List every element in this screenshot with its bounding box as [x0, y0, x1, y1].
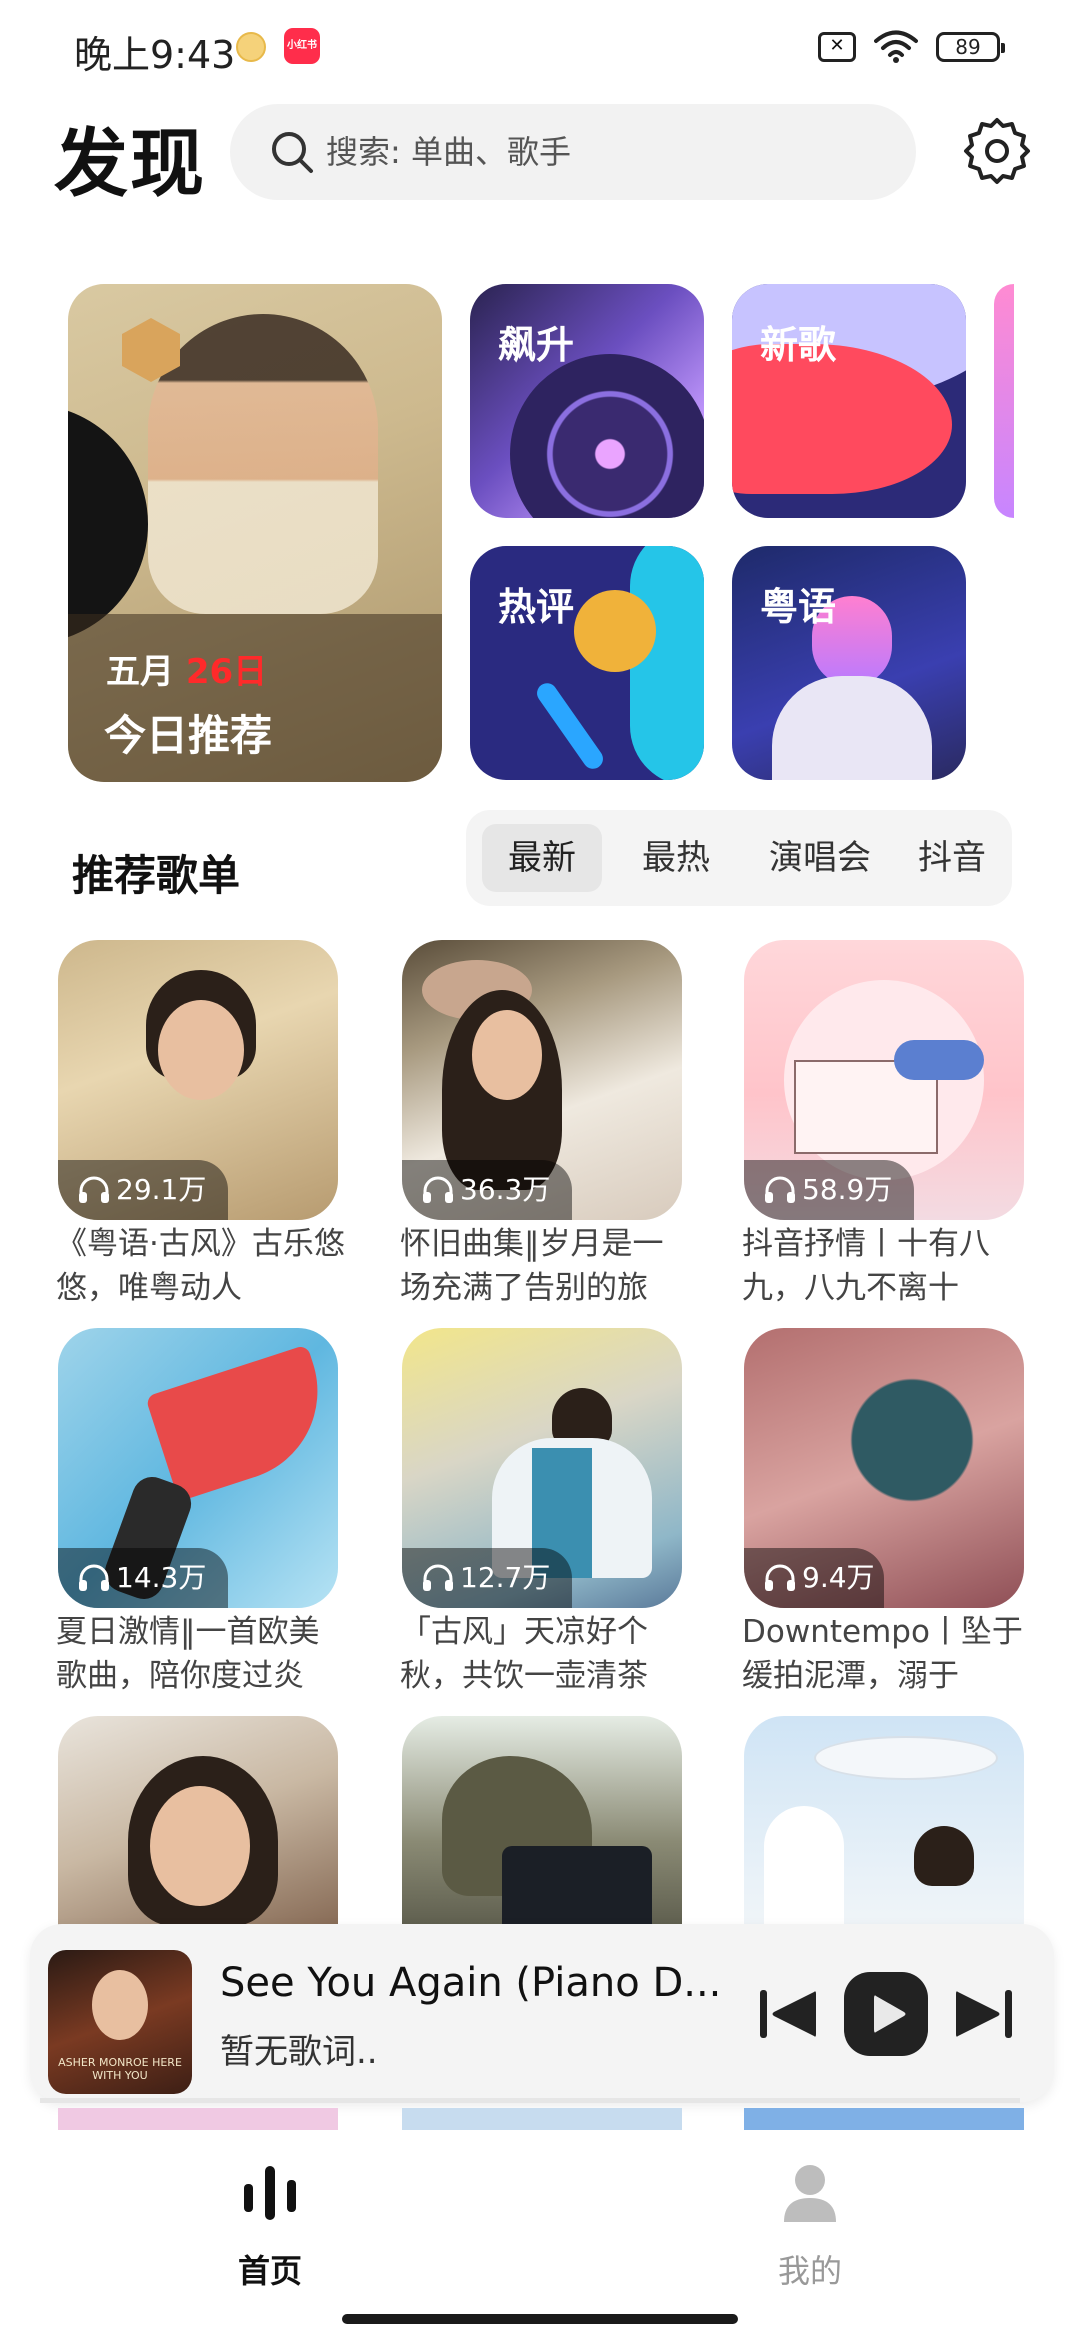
- cantonese-tile[interactable]: 粤语: [732, 546, 966, 780]
- bottom-nav: 首页 我的: [0, 2130, 1080, 2340]
- playlist-card[interactable]: 14.3万: [58, 1328, 338, 1608]
- play-icon: [874, 1995, 906, 2033]
- playlist-title[interactable]: 夏日激情‖一首欧美歌曲，陪你度过炎: [56, 1610, 346, 1698]
- playlist-card[interactable]: 36.3万: [402, 940, 682, 1220]
- search-input[interactable]: 搜索: 单曲、歌手: [230, 104, 916, 200]
- headphones-icon: [765, 1564, 795, 1591]
- play-count: 12.7万: [460, 1561, 551, 1594]
- play-count-badge: 29.1万: [58, 1160, 228, 1220]
- new-songs-tile[interactable]: 新歌: [732, 284, 966, 518]
- playlist-tabs: 最新 最热 演唱会 抖音: [466, 810, 1012, 906]
- tile-label-hot: 热评: [498, 585, 575, 629]
- cover-art: [814, 1736, 998, 1780]
- vinyl-record-graphic: [68, 404, 148, 644]
- cover-art: [92, 1970, 148, 2040]
- playlist-card-peek: [744, 2108, 1024, 2130]
- tab-douyin[interactable]: 抖音: [902, 824, 1002, 892]
- tile-art: [630, 546, 704, 780]
- headphones-icon: [79, 1564, 109, 1591]
- cover-art: [894, 1040, 984, 1080]
- settings-gear-icon[interactable]: [962, 116, 1032, 186]
- playlist-card[interactable]: 58.9万: [744, 940, 1024, 1220]
- playlist-title[interactable]: 怀旧曲集‖岁月是一场充满了告别的旅: [400, 1222, 690, 1310]
- tile-art: [772, 676, 932, 780]
- no-sim-icon: ✕: [818, 32, 856, 62]
- now-playing-title: See You Again (Piano D...: [220, 1960, 722, 2006]
- daily-month: 五月: [106, 652, 174, 692]
- playlist-title[interactable]: 抖音抒情丨十有八九，八九不离十: [742, 1222, 1032, 1310]
- wifi-icon: [874, 30, 918, 63]
- now-playing-lyric: 暂无歌词..: [220, 2032, 378, 2072]
- hot-comments-tile[interactable]: 热评: [470, 546, 704, 780]
- play-count: 9.4万: [802, 1561, 875, 1594]
- headphones-icon: [423, 1176, 453, 1203]
- tile-art: [533, 679, 607, 773]
- daily-cover-image: [148, 314, 378, 614]
- nav-mine-label: 我的: [777, 2252, 842, 2290]
- play-count-badge: 36.3万: [402, 1160, 572, 1220]
- cover-art: [145, 1344, 338, 1502]
- next-tile-peek[interactable]: [994, 284, 1014, 518]
- clock-icon: [236, 32, 266, 62]
- search-icon: [272, 132, 313, 173]
- headphones-icon: [423, 1564, 453, 1591]
- play-count: 36.3万: [460, 1173, 551, 1206]
- playlist-card-peek: [58, 2108, 338, 2130]
- nav-home[interactable]: 首页: [180, 2142, 360, 2292]
- page-title: 发现: [54, 121, 206, 207]
- daily-date: 五月 26日: [106, 644, 267, 693]
- xiaohongshu-app-icon: 小红书: [284, 28, 320, 64]
- status-time: 晚上9:43: [74, 33, 236, 77]
- cover-art: [158, 1000, 244, 1100]
- home-indicator: [342, 2314, 738, 2324]
- daily-recommend-card[interactable]: 五月 26日 今日推荐: [68, 284, 442, 782]
- playlist-title[interactable]: 《粤语·古风》古乐悠悠，唯粤动人: [56, 1222, 346, 1310]
- playlist-card[interactable]: 9.4万: [744, 1328, 1024, 1608]
- tile-art: [574, 590, 656, 672]
- tab-latest[interactable]: 最新: [482, 824, 602, 892]
- tab-hottest[interactable]: 最热: [616, 824, 736, 892]
- play-count-badge: 9.4万: [744, 1548, 884, 1608]
- tile-label-rising: 飙升: [498, 323, 575, 367]
- headphones-icon: [79, 1176, 109, 1203]
- play-button[interactable]: [844, 1972, 928, 2056]
- next-track-icon[interactable]: [952, 1984, 1016, 2044]
- play-count-badge: 14.3万: [58, 1548, 228, 1608]
- playlist-card[interactable]: 12.7万: [402, 1328, 682, 1608]
- daily-recommend-label: 今日推荐: [104, 711, 273, 760]
- playlist-card-peek: [402, 2108, 682, 2130]
- search-placeholder: 搜索: 单曲、歌手: [326, 133, 571, 171]
- rising-chart-tile[interactable]: 飙升: [470, 284, 704, 518]
- cover-art: [502, 1846, 652, 1936]
- user-icon: [784, 2165, 836, 2222]
- equalizer-icon: [244, 2166, 296, 2220]
- headphones-icon: [765, 1176, 795, 1203]
- play-count: 14.3万: [116, 1561, 207, 1594]
- playback-progress-bar[interactable]: [40, 2098, 1020, 2103]
- playlist-card[interactable]: 29.1万: [58, 940, 338, 1220]
- cover-art: [914, 1826, 974, 1886]
- tile-label-new: 新歌: [760, 323, 837, 367]
- play-count-badge: 12.7万: [402, 1548, 572, 1608]
- cover-art: [150, 1786, 250, 1906]
- status-bar: 晚上9:43 小红书 ✕ 89: [0, 0, 1080, 90]
- cover-art: [472, 1010, 542, 1100]
- now-playing-cover: ASHER MONROE HERE WITH YOU: [48, 1950, 192, 2094]
- play-count: 58.9万: [802, 1173, 893, 1206]
- playlist-title[interactable]: Downtempo丨坠于缓拍泥潭，溺于: [742, 1610, 1032, 1698]
- turntable-graphic: [510, 354, 704, 518]
- play-count: 29.1万: [116, 1173, 207, 1206]
- nav-home-label: 首页: [237, 2252, 302, 2290]
- section-title: 推荐歌单: [72, 851, 241, 900]
- mini-player[interactable]: ASHER MONROE HERE WITH YOU See You Again…: [30, 1924, 1054, 2102]
- previous-track-icon[interactable]: [756, 1984, 820, 2044]
- playlist-title[interactable]: 「古风」天凉好个秋，共饮一壶清茶: [400, 1610, 690, 1698]
- tab-concert[interactable]: 演唱会: [750, 824, 890, 892]
- daily-day: 26日: [185, 652, 268, 692]
- play-count-badge: 58.9万: [744, 1160, 914, 1220]
- battery-indicator: 89: [936, 32, 1005, 62]
- cover-caption: ASHER MONROE HERE WITH YOU: [58, 2056, 182, 2082]
- tile-label-cantonese: 粤语: [760, 585, 837, 629]
- nav-mine[interactable]: 我的: [720, 2142, 900, 2292]
